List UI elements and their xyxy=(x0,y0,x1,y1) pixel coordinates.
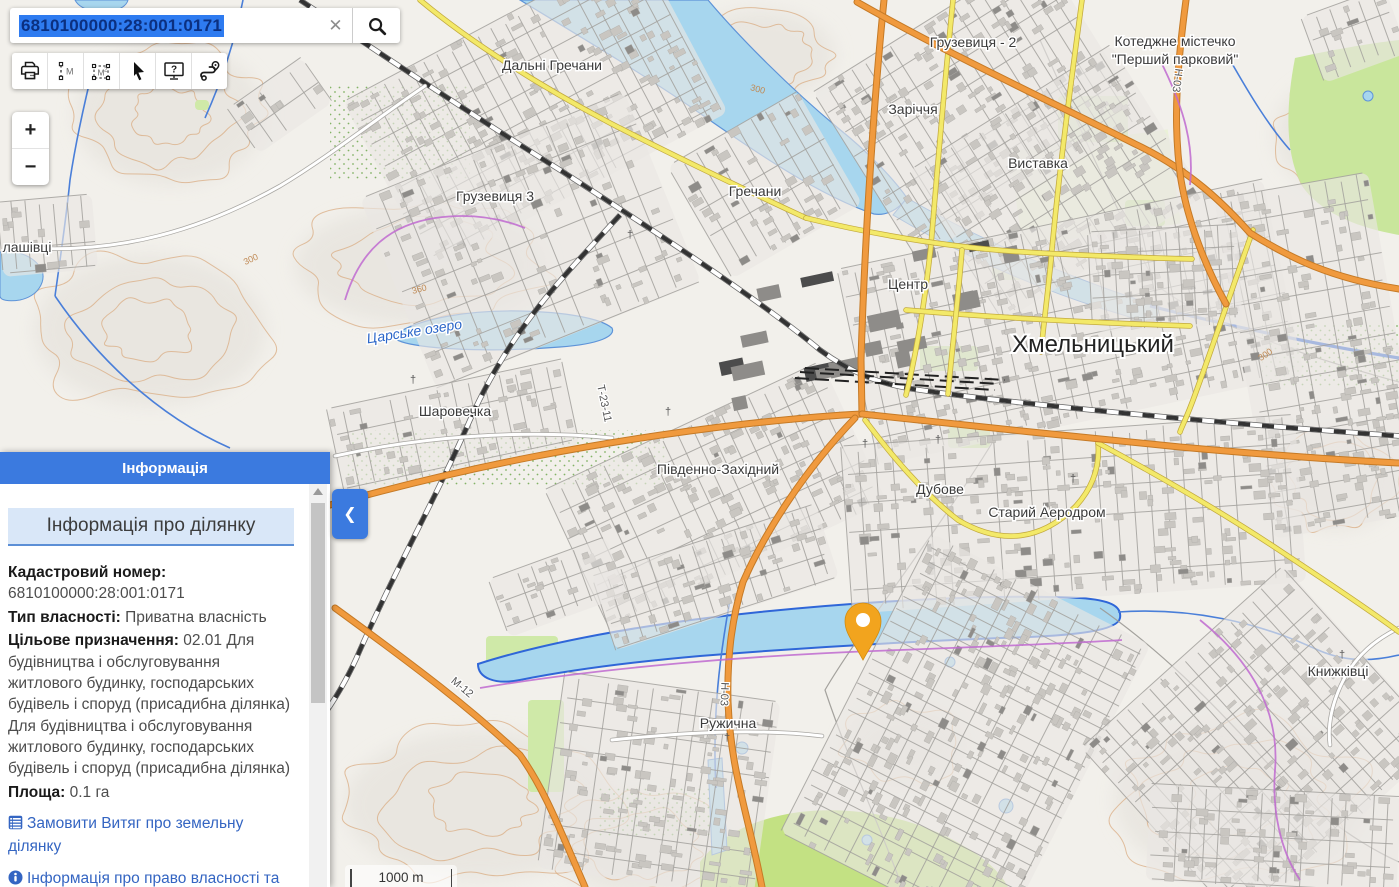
route-button[interactable] xyxy=(192,53,227,89)
cadastral-map-app: † † † † † † † † Дальні Гречани Грузевиця - 2 Котед… xyxy=(0,0,1399,887)
church-icon: † xyxy=(1339,649,1345,661)
parcel-field: Тип власності: Приватна власність xyxy=(8,607,296,628)
panel-link-label: Інформація про право власності та речові… xyxy=(8,870,279,887)
select-cursor-button[interactable] xyxy=(120,53,156,89)
map-label: Дальні Гречани xyxy=(502,57,602,73)
scale-bar: 1000 m xyxy=(345,865,457,887)
road-label: Н-03 xyxy=(718,682,731,706)
field-label: Тип власності: xyxy=(8,609,121,626)
church-icon: † xyxy=(862,438,868,450)
field-label: Кадастровий номер: xyxy=(8,564,166,581)
zoom-control: + − xyxy=(12,112,49,185)
search-input[interactable]: 6810100000:28:001:0171 xyxy=(10,8,319,43)
parcel-fields: Кадастровий номер: 6810100000:28:001:0171… xyxy=(8,562,296,803)
print-button[interactable] xyxy=(12,53,48,89)
cursor-icon xyxy=(126,59,150,83)
measure-area-button[interactable]: M 2 xyxy=(84,53,120,89)
map-label: Заріччя xyxy=(888,101,937,117)
parcel-field: Цільове призначення: 02.01 Для будівницт… xyxy=(8,630,296,780)
scroll-up-icon[interactable] xyxy=(309,484,327,499)
map-label: Виставка xyxy=(1008,155,1068,171)
field-value: 02.01 Для будівництва і обслуговування ж… xyxy=(8,632,290,777)
panel-link-label: Замовити Витяг про земельну ділянку xyxy=(8,815,243,855)
search-bar: 6810100000:28:001:0171 ✕ xyxy=(10,8,400,43)
search-icon xyxy=(366,15,388,37)
map-label: Котеджне містечко xyxy=(1115,33,1236,49)
scale-tick xyxy=(451,869,453,887)
zoom-in-button[interactable]: + xyxy=(12,112,49,149)
map-label: "Перший парковий" xyxy=(1112,51,1239,67)
search-value: 6810100000:28:001:0171 xyxy=(19,15,224,37)
parcel-field: Площа: 0.1 га xyxy=(8,782,296,803)
map-label: Грузевиця 3 xyxy=(456,188,534,204)
church-icon: † xyxy=(724,732,730,744)
svg-text:?: ? xyxy=(171,65,177,76)
collapse-panel-button[interactable]: ❮ xyxy=(332,489,368,539)
measure-area-icon: M 2 xyxy=(89,59,115,83)
church-icon: † xyxy=(1070,473,1076,485)
field-value: Приватна власність xyxy=(125,609,267,626)
map-label: Гречани xyxy=(729,183,782,199)
church-icon: † xyxy=(410,374,416,386)
map-label: Книжківці xyxy=(1308,663,1369,679)
zoom-out-button[interactable]: − xyxy=(12,149,49,185)
map-label: Центр xyxy=(888,276,928,292)
clear-search-button[interactable]: ✕ xyxy=(319,8,352,43)
field-label: Цільове призначення: xyxy=(8,632,179,649)
info-panel: Інформація Інформація про ділянку Кадаст… xyxy=(0,452,330,887)
route-icon xyxy=(197,59,223,83)
close-icon: ✕ xyxy=(328,16,342,36)
church-icon: † xyxy=(935,434,941,446)
parcel-field: Кадастровий номер: 6810100000:28:001:0171 xyxy=(8,562,296,605)
measure-length-button[interactable]: M xyxy=(48,53,84,89)
svg-text:2: 2 xyxy=(104,68,108,74)
svg-text:M: M xyxy=(66,67,74,77)
map-label: Південно-Західний xyxy=(657,461,779,477)
panel-scrollbar[interactable] xyxy=(309,484,327,887)
help-monitor-icon: ? xyxy=(161,59,187,83)
map-label: Ружична xyxy=(700,715,757,731)
search-button[interactable] xyxy=(353,8,400,43)
church-icon: † xyxy=(665,406,671,418)
parcel-links: Замовити Витяг про земельну ділянку Інфор… xyxy=(8,814,296,887)
chevron-left-icon: ❮ xyxy=(343,504,356,524)
field-label: Площа: xyxy=(8,784,65,801)
document-list-icon xyxy=(8,815,23,837)
map-label: Старий Аеродром xyxy=(988,504,1105,520)
scrollbar-thumb[interactable] xyxy=(311,503,325,703)
info-circle-icon xyxy=(8,870,23,887)
help-button[interactable]: ? xyxy=(156,53,192,89)
panel-subtitle: Інформація про ділянку xyxy=(8,508,294,546)
panel-link[interactable]: Інформація про право власності та речові… xyxy=(8,869,296,887)
map-label: Дубове xyxy=(916,481,964,497)
field-value: 0.1 га xyxy=(70,784,110,801)
scale-tick xyxy=(350,869,352,887)
field-value: 6810100000:28:001:0171 xyxy=(8,585,185,602)
scale-bar-label: 1000 m xyxy=(378,870,423,885)
map-label: Шаровечка xyxy=(419,403,492,419)
map-label: лашівці xyxy=(3,239,52,255)
panel-link[interactable]: Замовити Витяг про земельну ділянку xyxy=(8,814,296,858)
printer-icon xyxy=(18,59,42,83)
church-icon: † xyxy=(627,229,633,241)
panel-body: Інформація про ділянку Кадастровий номер… xyxy=(0,484,330,887)
panel-title: Інформація xyxy=(0,452,330,484)
measure-length-icon: M xyxy=(54,59,78,83)
map-label: Хмельницький xyxy=(1012,331,1174,358)
map-toolbar: M M 2 ? xyxy=(12,53,227,89)
map-label: Грузевиця - 2 xyxy=(930,34,1017,50)
